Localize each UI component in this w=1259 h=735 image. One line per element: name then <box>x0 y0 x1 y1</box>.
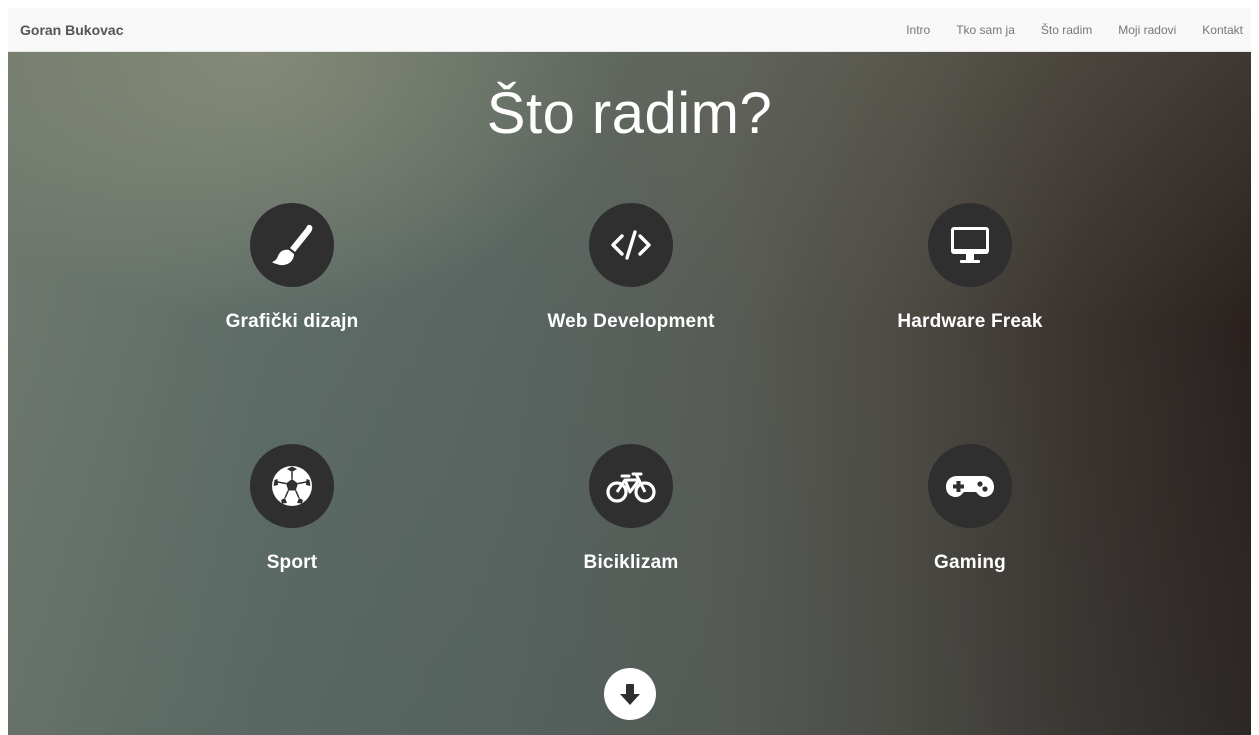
navbar: Goran Bukovac Intro Tko sam ja Što radim… <box>8 8 1251 52</box>
service-web-development: Web Development <box>501 203 761 333</box>
desktop-icon <box>928 203 1012 287</box>
soccer-ball-icon <box>250 444 334 528</box>
nav-link-tko-sam-ja[interactable]: Tko sam ja <box>956 23 1015 37</box>
page-frame: Goran Bukovac Intro Tko sam ja Što radim… <box>8 8 1251 735</box>
nav-link-sto-radim[interactable]: Što radim <box>1041 23 1092 37</box>
nav-link-kontakt[interactable]: Kontakt <box>1202 23 1243 37</box>
service-label: Grafički dizajn <box>225 311 359 332</box>
service-graphic-design: Grafički dizajn <box>162 203 422 333</box>
section-title: Što radim? <box>486 81 773 146</box>
service-label: Web Development <box>547 311 715 332</box>
scroll-down-button[interactable] <box>604 668 656 720</box>
gamepad-icon <box>928 444 1012 528</box>
nav-links: Intro Tko sam ja Što radim Moji radovi K… <box>906 8 1251 51</box>
service-biking: Biciklizam <box>501 444 761 574</box>
service-label: Hardware Freak <box>897 311 1043 332</box>
nav-link-moji-radovi[interactable]: Moji radovi <box>1118 23 1176 37</box>
bicycle-icon <box>589 444 673 528</box>
service-sport: Sport <box>162 444 422 574</box>
service-label: Sport <box>266 552 318 573</box>
service-hardware-freak: Hardware Freak <box>840 203 1100 333</box>
brand-link[interactable]: Goran Bukovac <box>20 22 123 38</box>
service-gaming: Gaming <box>840 444 1100 574</box>
service-label: Biciklizam <box>583 552 679 573</box>
code-icon <box>589 203 673 287</box>
services-section: Što radim? Grafički dizajn Web Developme… <box>8 52 1251 735</box>
arrow-down-icon <box>620 684 640 705</box>
nav-link-intro[interactable]: Intro <box>906 23 930 37</box>
paintbrush-icon <box>250 203 334 287</box>
service-label: Gaming <box>934 552 1006 573</box>
